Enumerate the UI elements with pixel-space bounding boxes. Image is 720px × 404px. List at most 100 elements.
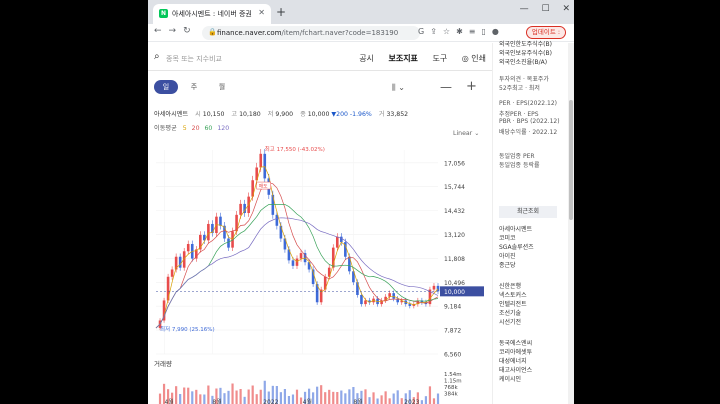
ma-label: 이동평균 bbox=[154, 125, 177, 132]
volume-bar bbox=[312, 392, 315, 404]
volume-bar bbox=[175, 386, 178, 404]
tab-tools[interactable]: 도구 bbox=[432, 54, 447, 63]
forward-icon[interactable]: → bbox=[169, 26, 184, 36]
profile-icon[interactable]: ● bbox=[492, 27, 505, 36]
volume-bar bbox=[332, 391, 335, 404]
tab-title: 아세아시멘트 : 네이버 증권 bbox=[172, 10, 252, 18]
tab-print[interactable]: ◎ 인쇄 bbox=[462, 54, 486, 63]
volume-bars bbox=[158, 380, 440, 404]
recent-item[interactable]: 대성에너지 bbox=[499, 356, 527, 365]
volume-bar bbox=[384, 391, 387, 404]
star-icon[interactable]: ☆ bbox=[443, 27, 456, 36]
maximize-icon[interactable]: ☐ bbox=[542, 4, 550, 14]
candle-body bbox=[239, 203, 242, 215]
volume-bar bbox=[396, 390, 399, 404]
recent-item[interactable]: 동국에스엔씨 bbox=[499, 338, 532, 347]
url-path: /item/fchart.naver?code=183190 bbox=[281, 29, 399, 37]
volume-bar bbox=[344, 393, 347, 404]
zoom-in-button[interactable]: + bbox=[466, 79, 477, 94]
search-icon[interactable]: ⌕ bbox=[154, 51, 160, 62]
recent-item[interactable]: 아세아시멘트 bbox=[499, 224, 532, 233]
recent-item[interactable]: 코리아에셋투 bbox=[499, 347, 532, 356]
x-tick-label: 2022 bbox=[263, 399, 278, 404]
volume-bar bbox=[348, 389, 351, 404]
reload-icon[interactable]: ↻ bbox=[183, 26, 198, 36]
extensions-icon[interactable]: ✱ bbox=[456, 27, 469, 36]
ma-line bbox=[155, 166, 439, 329]
ma-20[interactable]: 20 bbox=[192, 125, 200, 132]
x-tick-label: 8월 bbox=[212, 398, 221, 404]
candle-body bbox=[207, 223, 210, 241]
scale-selector[interactable]: Linear ⌄ bbox=[453, 130, 479, 137]
zoom-out-button[interactable]: — bbox=[440, 80, 452, 94]
period-month-button[interactable]: 월 bbox=[210, 80, 234, 94]
recent-header[interactable]: 최근조회 bbox=[499, 206, 557, 218]
volume-bar bbox=[420, 400, 423, 404]
back-icon[interactable]: ← bbox=[154, 26, 169, 36]
recent-item[interactable]: 신한은행 bbox=[499, 281, 521, 290]
browser-tab[interactable]: N 아세아시멘트 : 네이버 증권 ✕ bbox=[153, 4, 271, 24]
scrollbar-thumb[interactable] bbox=[569, 100, 573, 220]
volume-bar bbox=[388, 398, 391, 404]
side-row: PER · EPS(2022.12) bbox=[499, 100, 558, 107]
recent-item[interactable]: 조선기술 bbox=[499, 308, 521, 317]
volume-bar bbox=[203, 394, 206, 404]
recent-item[interactable]: 코미코 bbox=[499, 233, 516, 242]
recent-item[interactable]: 인텔리전트 bbox=[499, 299, 527, 308]
price-chart[interactable]: 17,056 15,744 14,432 13,120 11,808 10,496 9,18… bbox=[148, 138, 492, 404]
open-label: 시 bbox=[195, 111, 201, 118]
low-label: 저 bbox=[267, 111, 274, 118]
ma-60[interactable]: 60 bbox=[205, 125, 213, 132]
recent-item[interactable]: 종근당 bbox=[499, 260, 516, 269]
recent-item[interactable]: 시선기전 bbox=[499, 317, 521, 326]
search-row: ⌕ 종목 또는 지수비교 공시 보조지표 도구 ◎ 인쇄 bbox=[148, 43, 492, 71]
scrollbar-track[interactable] bbox=[568, 43, 574, 404]
candle-body bbox=[360, 294, 363, 305]
event-label: 매도 bbox=[259, 182, 268, 189]
google-icon[interactable]: G bbox=[418, 27, 430, 36]
candle-body bbox=[186, 243, 190, 252]
volume-bar bbox=[247, 389, 250, 404]
recent-item[interactable]: 넥스토커스 bbox=[499, 290, 527, 299]
volume-bar bbox=[255, 394, 258, 404]
address-bar[interactable]: 🔒 finance.naver.com/item/fchart.naver?co… bbox=[202, 26, 420, 40]
side-row: 추정PER · EPS bbox=[499, 111, 539, 118]
candle-body bbox=[388, 293, 391, 297]
lock-icon: 🔒 bbox=[208, 28, 217, 36]
ma-lines bbox=[155, 166, 439, 329]
side-row: 외국인한도주식수(B) bbox=[499, 41, 552, 48]
close-tab-icon[interactable]: ✕ bbox=[258, 8, 265, 17]
reading-list-icon[interactable]: ≡ bbox=[469, 27, 482, 36]
close-window-icon[interactable]: ✕ bbox=[562, 4, 570, 14]
candle-type-selector[interactable]: ⫼ ⌄ bbox=[392, 83, 405, 93]
tab-indicators[interactable]: 보조지표 bbox=[388, 54, 417, 63]
recent-item[interactable]: 태고사이언스 bbox=[499, 365, 532, 374]
candle-body bbox=[263, 153, 267, 179]
low-annotation: 최저 7,990 (25.16%) bbox=[160, 325, 215, 333]
toolbar-icons: G⇪☆✱≡▯● bbox=[418, 27, 505, 36]
period-day-button[interactable]: 일 bbox=[154, 80, 178, 94]
volume-bar bbox=[432, 398, 436, 404]
volume-bar bbox=[376, 398, 379, 404]
volume-bar bbox=[392, 393, 395, 404]
period-week-button[interactable]: 주 bbox=[182, 80, 206, 94]
current-price-label: 10,000 bbox=[444, 289, 465, 296]
volume-bar bbox=[380, 395, 383, 404]
sidepanel-icon[interactable]: ▯ bbox=[481, 27, 491, 36]
recent-item[interactable]: 아이진 bbox=[499, 251, 516, 260]
search-input[interactable]: 종목 또는 지수비교 bbox=[166, 54, 222, 64]
recent-item[interactable]: SGA솔루션즈 bbox=[499, 242, 534, 251]
minimize-icon[interactable]: — bbox=[520, 4, 529, 14]
chart-page: ⌕ 종목 또는 지수비교 공시 보조지표 도구 ◎ 인쇄 일 주 월 ⫼ ⌄ —… bbox=[148, 43, 492, 404]
recent-item[interactable]: 케이시인 bbox=[499, 374, 521, 383]
volume-bar bbox=[279, 392, 282, 404]
share-icon[interactable]: ⇪ bbox=[430, 27, 443, 36]
volume-bar bbox=[287, 396, 291, 404]
tab-disclosure[interactable]: 공시 bbox=[359, 54, 374, 63]
update-button[interactable]: 업데이트 : bbox=[526, 26, 566, 39]
volume-bar bbox=[199, 394, 202, 404]
new-tab-icon[interactable]: + bbox=[276, 5, 286, 19]
ma-5[interactable]: 5 bbox=[183, 125, 187, 132]
ma-120[interactable]: 120 bbox=[217, 125, 229, 132]
open-value: 10,150 bbox=[202, 111, 225, 118]
